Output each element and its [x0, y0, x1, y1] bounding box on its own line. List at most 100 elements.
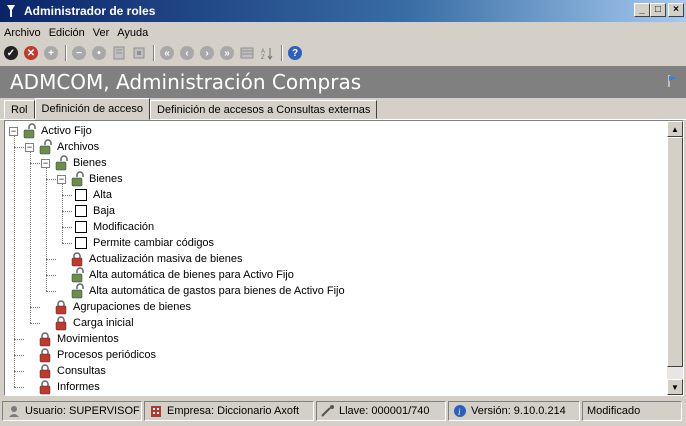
grid-icon[interactable] — [238, 44, 256, 62]
tree-node-label: Alta automática de bienes para Activo Fi… — [89, 269, 294, 281]
flag-icon — [668, 75, 677, 87]
menu-ver[interactable]: Ver — [93, 27, 110, 39]
tab-rol[interactable]: Rol — [4, 100, 35, 119]
tree-node[interactable]: − Archivos — [25, 139, 99, 155]
tree-connector — [62, 227, 72, 228]
maximize-button[interactable]: □ — [650, 3, 666, 17]
sort-az-icon[interactable]: AZ — [258, 44, 276, 62]
tree-node-label: Procesos periódicos — [57, 349, 157, 361]
menu-ayuda[interactable]: Ayuda — [117, 27, 148, 39]
permission-checkbox[interactable] — [75, 205, 87, 217]
status-estado: Modificado — [582, 401, 682, 421]
window-title: Administrador de roles — [24, 4, 156, 18]
tree-connector — [14, 387, 24, 388]
lock-open-icon — [21, 123, 37, 139]
tree-node[interactable]: Alta automática de gastos para bienes de… — [57, 283, 345, 299]
remove-icon[interactable]: − — [70, 44, 88, 62]
cancel-icon[interactable]: ✕ — [22, 44, 40, 62]
module-banner: ADMCOM, Administración Compras — [0, 66, 686, 98]
scroll-up-button[interactable]: ▲ — [667, 121, 683, 137]
scroll-down-button[interactable]: ▼ — [667, 379, 683, 395]
tree-connector — [30, 163, 40, 164]
tree-node-label: Modificación — [93, 221, 155, 233]
minimize-button[interactable]: _ — [634, 3, 650, 17]
collapse-icon[interactable]: − — [57, 174, 66, 184]
toolbar: ✓ ✕ + − • « ‹ › » AZ ? — [0, 42, 686, 64]
access-tree-panel: − Activo Fijo − Archivos − Bienes − Bienes Alta B… — [4, 120, 684, 396]
tree-node[interactable]: Movimientos — [25, 331, 119, 347]
tree-node[interactable]: Carga inicial — [41, 315, 134, 331]
lock-open-icon — [37, 139, 53, 155]
tree-node-label: Archivos — [57, 141, 100, 153]
tree-node-label: Carga inicial — [73, 317, 134, 329]
tab-definicion-acceso[interactable]: Definición de acceso — [34, 98, 151, 120]
add-icon[interactable]: + — [42, 44, 60, 62]
tree-node[interactable]: Procesos periódicos — [25, 347, 156, 363]
tree-node[interactable]: Alta — [73, 187, 112, 203]
key-icon — [321, 404, 335, 418]
tree-connector — [46, 179, 56, 180]
scroll-thumb[interactable] — [667, 137, 683, 367]
tree-node-label: Baja — [93, 205, 116, 217]
lock-closed-icon — [37, 379, 53, 395]
tree-node-label: Alta — [93, 189, 112, 201]
close-button[interactable]: × — [668, 3, 684, 17]
menu-edicion[interactable]: Edición — [49, 27, 85, 39]
tree-node-label: Activo Fijo — [41, 125, 92, 137]
tree-node-label: Movimientos — [57, 333, 119, 345]
tree-connector — [62, 243, 72, 244]
tree-node-label: Informes — [57, 381, 100, 393]
status-version: i Versión: 9.10.0.214 — [448, 401, 580, 421]
menu-archivo[interactable]: Archivo — [4, 27, 41, 39]
tree-node[interactable]: Baja — [73, 203, 115, 219]
tree-node-label: Actualización masiva de bienes — [89, 253, 243, 265]
tree-connector — [14, 147, 24, 148]
first-icon[interactable]: « — [158, 44, 176, 62]
lock-closed-icon — [53, 315, 69, 331]
tree-node[interactable]: − Activo Fijo — [9, 123, 92, 139]
tree-connector — [62, 211, 72, 212]
collapse-icon[interactable]: − — [9, 126, 18, 136]
lock-open-icon — [69, 283, 85, 299]
help-icon[interactable]: ? — [286, 44, 304, 62]
apply-icon[interactable]: • — [90, 44, 108, 62]
tree-node[interactable]: − Bienes — [41, 155, 107, 171]
svg-text:Z: Z — [261, 55, 265, 60]
status-llave: Llave: 000001/740 — [316, 401, 446, 421]
permission-checkbox[interactable] — [75, 237, 87, 249]
tab-strip: Rol Definición de acceso Definición de a… — [0, 98, 686, 120]
document-icon[interactable] — [110, 44, 128, 62]
lock-closed-icon — [37, 363, 53, 379]
tree-node-label: Bienes — [89, 173, 123, 185]
lock-closed-icon — [53, 299, 69, 315]
app-icon — [4, 4, 18, 18]
next-icon[interactable]: › — [198, 44, 216, 62]
tree-node[interactable]: Informes — [25, 379, 100, 395]
tree-connector — [46, 259, 56, 260]
last-icon[interactable]: » — [218, 44, 236, 62]
tree-node[interactable]: Consultas — [25, 363, 106, 379]
tree-connector — [30, 152, 31, 323]
menu-bar: Archivo Edición Ver Ayuda — [0, 24, 156, 41]
tree-node[interactable]: Modificación — [73, 219, 154, 235]
tree-connector — [46, 168, 47, 291]
permission-checkbox[interactable] — [75, 221, 87, 233]
tree-connector — [14, 339, 24, 340]
tree-connector — [30, 323, 40, 324]
collapse-icon[interactable]: − — [25, 142, 34, 152]
tree-node[interactable]: Actualización masiva de bienes — [57, 251, 242, 267]
collapse-icon[interactable]: − — [41, 158, 50, 168]
tree-node[interactable]: − Bienes — [57, 171, 123, 187]
check-icon[interactable]: ✓ — [2, 44, 20, 62]
title-bar: Administrador de roles _ □ × — [0, 0, 686, 22]
tree-node[interactable]: Permite cambiar códigos — [73, 235, 214, 251]
tree-connector — [46, 291, 56, 292]
tree-node[interactable]: Agrupaciones de bienes — [41, 299, 191, 315]
copy-icon[interactable] — [130, 44, 148, 62]
tree-node[interactable]: Alta automática de bienes para Activo Fi… — [57, 267, 294, 283]
vertical-scrollbar[interactable]: ▲ ▼ — [667, 121, 683, 395]
tab-consultas-externas[interactable]: Definición de accesos a Consultas extern… — [150, 100, 378, 119]
permission-checkbox[interactable] — [75, 189, 87, 201]
previous-icon[interactable]: ‹ — [178, 44, 196, 62]
tree-connector — [14, 136, 15, 387]
